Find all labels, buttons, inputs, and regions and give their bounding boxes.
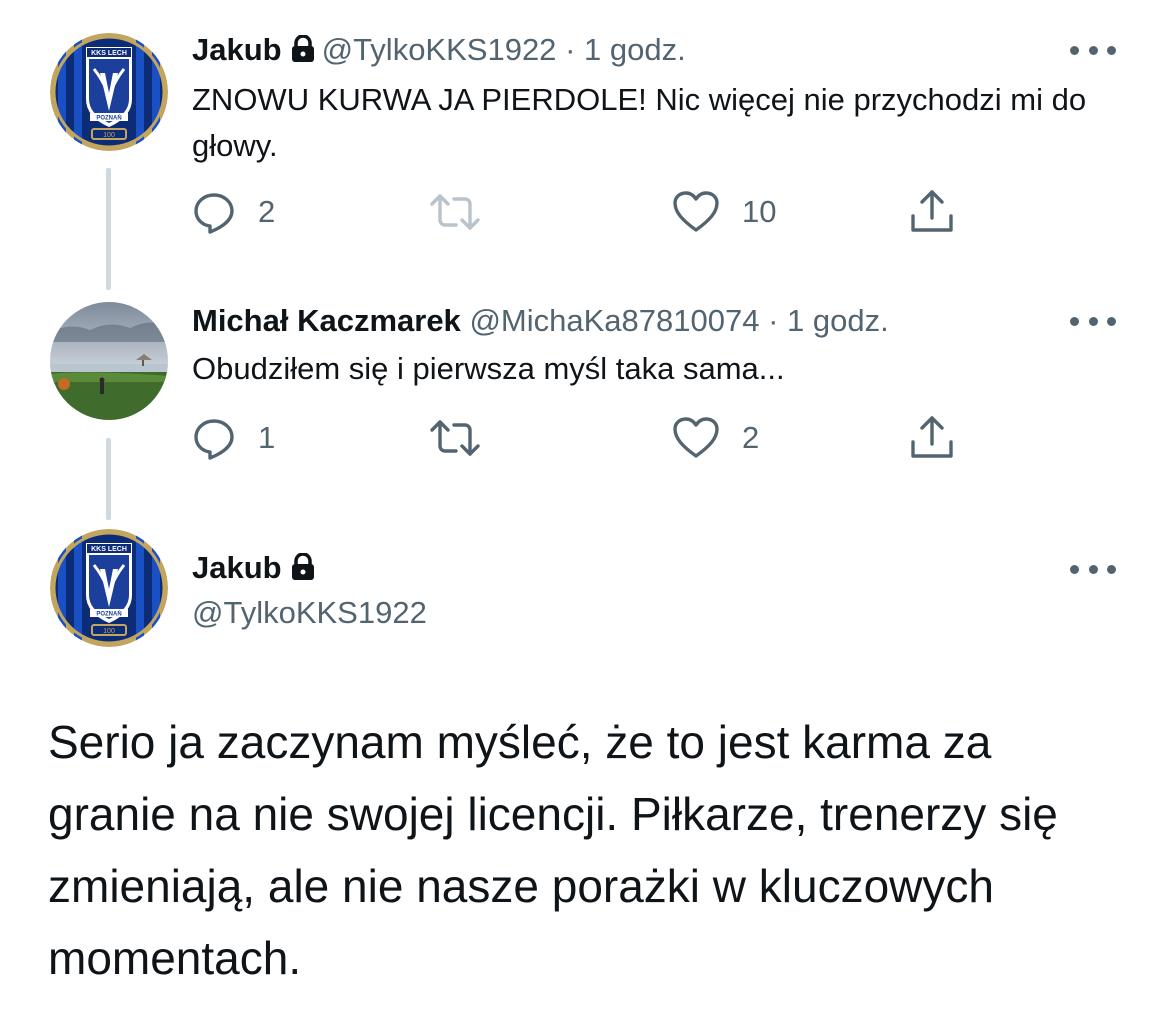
user-name[interactable]: Michał Kaczmarek [192, 303, 461, 338]
landscape-photo-icon [50, 302, 168, 420]
user-handle[interactable]: @TylkoKKS1922 [322, 32, 557, 67]
share-icon [911, 416, 953, 458]
share-button[interactable] [908, 414, 956, 462]
timestamp[interactable]: 1 godz. [584, 32, 686, 67]
kks-lech-crest-icon: KKS LECH POZNAŃ 100 [50, 33, 168, 151]
crest-city-text: POZNAŃ [96, 610, 121, 618]
heart-icon [673, 417, 719, 458]
reply-count: 1 [258, 420, 276, 455]
lock-icon [290, 551, 316, 591]
like-count: 2 [742, 420, 760, 455]
tweet-header: Michał Kaczmarek @MichaKa87810074 · 1 go… [192, 301, 889, 341]
user-name[interactable]: Jakub [192, 32, 282, 67]
thread-line [106, 438, 111, 520]
tweet-actions: 2 10 [192, 188, 972, 236]
separator-dot: · [565, 32, 576, 67]
separator-dot: · [768, 303, 779, 338]
reply-button[interactable]: 1 [192, 414, 275, 462]
more-button[interactable] [1070, 311, 1116, 331]
lock-icon [290, 33, 316, 73]
more-button[interactable] [1070, 40, 1116, 60]
more-button[interactable] [1070, 559, 1116, 579]
like-count: 10 [742, 194, 777, 229]
reply-count: 2 [258, 194, 276, 229]
avatar[interactable] [50, 302, 168, 420]
crest-anniversary-text: 100 [103, 628, 115, 635]
user-handle-row: @TylkoKKS1922 [192, 593, 427, 633]
crest-city-text: POZNAŃ [96, 114, 121, 122]
thread-line [106, 168, 111, 290]
tweet-header: Jakub @TylkoKKS1922 · 1 godz. [192, 30, 686, 73]
kks-lech-crest-icon: KKS LECH POZNAŃ 100 [50, 529, 168, 647]
like-button[interactable]: 2 [672, 414, 759, 462]
tweet-header: Jakub [192, 548, 322, 591]
retweet-button[interactable] [430, 414, 502, 462]
retweet-icon [430, 420, 480, 456]
more-icon [1070, 316, 1079, 326]
user-name[interactable]: Jakub [192, 550, 282, 585]
more-icon [1070, 45, 1079, 55]
timestamp[interactable]: 1 godz. [787, 303, 889, 338]
reply-icon [194, 419, 234, 460]
user-handle[interactable]: @MichaKa87810074 [469, 303, 759, 338]
share-icon [911, 190, 953, 232]
avatar[interactable]: KKS LECH POZNAŃ 100 [50, 33, 168, 151]
share-button[interactable] [908, 188, 956, 236]
retweet-button[interactable] [430, 188, 502, 236]
main-tweet[interactable]: KKS LECH POZNAŃ 100 Jakub @TylkoKKS1922 … [0, 520, 1170, 1010]
crest-anniversary-text: 100 [103, 132, 115, 139]
heart-icon [673, 191, 719, 232]
thread-tweet[interactable]: Michał Kaczmarek @MichaKa87810074 · 1 go… [0, 290, 1170, 520]
user-handle[interactable]: @TylkoKKS1922 [192, 595, 427, 630]
tweet-text: Serio ja zaczynam myśleć, że to jest kar… [48, 716, 1058, 984]
crest-top-text: KKS LECH [91, 546, 127, 553]
crest-top-text: KKS LECH [91, 50, 127, 57]
avatar[interactable]: KKS LECH POZNAŃ 100 [50, 529, 168, 647]
retweet-icon [430, 194, 480, 230]
like-button[interactable]: 10 [672, 188, 776, 236]
tweet-text: Obudziłem się i pierwsza myśl taka sama.… [192, 351, 785, 386]
tweet-actions: 1 2 [192, 414, 972, 462]
reply-icon [194, 193, 234, 234]
more-icon [1070, 564, 1079, 574]
reply-button[interactable]: 2 [192, 188, 275, 236]
thread-tweet[interactable]: KKS LECH POZNAŃ 100 Jakub @TylkoKKS1922 ·… [0, 0, 1170, 290]
tweet-text: ZNOWU KURWA JA PIERDOLE! Nic więcej nie … [192, 82, 1087, 163]
